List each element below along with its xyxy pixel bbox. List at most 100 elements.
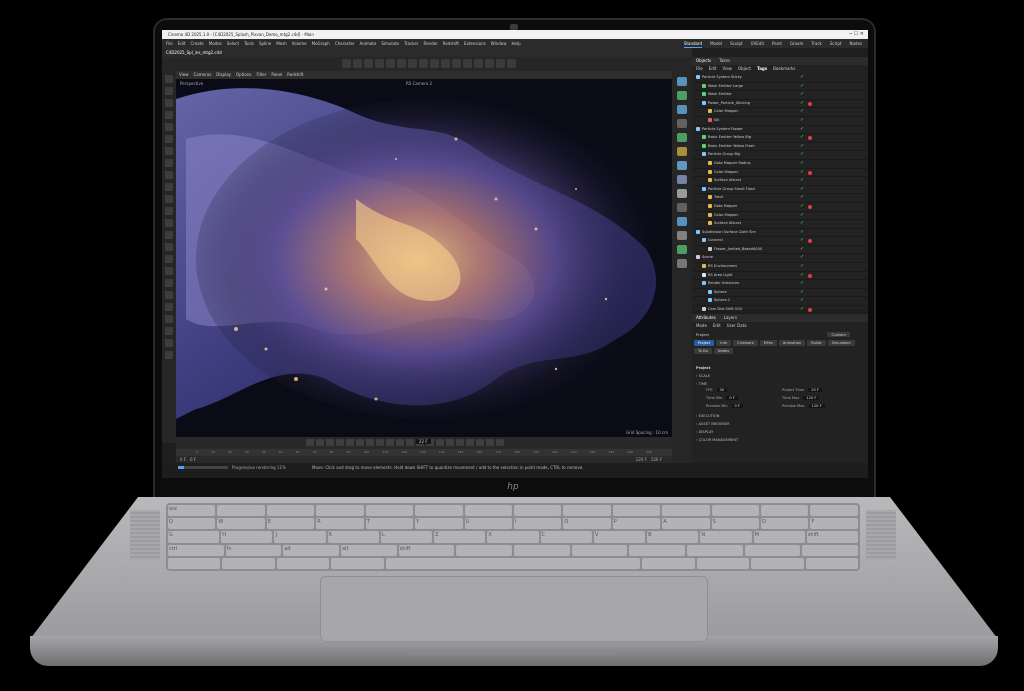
attr-mode-dropdown[interactable]: Custom: [827, 332, 850, 337]
left-tool-icon[interactable]: [165, 99, 173, 107]
playback-control-icon[interactable]: [466, 439, 474, 446]
playback-control-icon[interactable]: [326, 439, 334, 446]
keyboard-key[interactable]: [456, 544, 513, 556]
attributes-menu-mode[interactable]: Mode: [696, 322, 707, 330]
playback-control-icon[interactable]: [446, 439, 454, 446]
playback-control-icon[interactable]: [486, 439, 494, 446]
keyboard-key[interactable]: E: [266, 518, 315, 530]
view-menu-panel[interactable]: Panel: [271, 71, 282, 79]
menu-item-mograph[interactable]: MoGraph: [312, 39, 330, 48]
object-row[interactable]: Particle Group Big ✓: [692, 151, 868, 160]
end-frame-field-2[interactable]: 120 F: [651, 457, 662, 462]
attr-subtab-nodes[interactable]: Nodes: [713, 348, 734, 354]
keyboard-key[interactable]: [696, 557, 750, 569]
toolbar-tool-icon[interactable]: [474, 59, 483, 68]
menu-item-modes[interactable]: Modes: [209, 39, 222, 48]
object-row[interactable]: Surface Attract ✓: [692, 177, 868, 186]
view-menu-options[interactable]: Options: [236, 71, 251, 79]
left-tool-icon[interactable]: [165, 195, 173, 203]
timeline-ruler[interactable]: 0 10 20 30 40 50 60 70 80 90 100 110 120 130 140 150 160…: [176, 449, 672, 456]
left-tool-icon[interactable]: [165, 243, 173, 251]
object-row[interactable]: Particle System Sticky ✓: [692, 74, 868, 83]
left-tool-icon[interactable]: [165, 315, 173, 323]
keyboard-key[interactable]: [385, 557, 641, 569]
right-tool-icon[interactable]: [677, 231, 687, 240]
visibility-check-icon[interactable]: ✓: [800, 220, 804, 228]
attr-subtab-animation[interactable]: Animation: [778, 340, 806, 346]
left-tool-icon[interactable]: [165, 183, 173, 191]
view-menu-redshift[interactable]: Redshift: [287, 71, 303, 79]
keyboard-key[interactable]: R: [316, 518, 364, 530]
keyboard-key[interactable]: H: [221, 531, 273, 543]
playback-control-icon[interactable]: [406, 439, 414, 446]
keyboard-key[interactable]: [168, 557, 221, 569]
menu-item-select[interactable]: Select: [227, 39, 239, 48]
menu-item-animate[interactable]: Animate: [360, 39, 377, 48]
playback-control-icon[interactable]: [356, 439, 364, 446]
menu-item-tools[interactable]: Tools: [244, 39, 254, 48]
object-row[interactable]: Mesh Emitter Large ✓: [692, 83, 868, 92]
left-tool-icon[interactable]: [165, 267, 173, 275]
keyboard-key[interactable]: I: [513, 518, 562, 530]
material-tag-icon[interactable]: [808, 101, 812, 106]
attr-section-execution[interactable]: › EXECUTION: [696, 414, 720, 418]
playback-control-icon[interactable]: [496, 439, 504, 446]
objects-menu-bookmarks[interactable]: Bookmarks: [773, 65, 795, 73]
keyboard-key[interactable]: fn: [225, 544, 282, 556]
attr-subtab-cineware[interactable]: Cineware: [733, 340, 758, 346]
timeline[interactable]: 0 10 20 30 40 50 60 70 80 90 100 110 120 130 140 150 160…: [176, 437, 672, 463]
keyboard-key[interactable]: [744, 544, 801, 556]
left-tool-icon[interactable]: [165, 255, 173, 263]
playback-control-icon[interactable]: [336, 439, 344, 446]
object-row[interactable]: Connect ✓: [692, 237, 868, 246]
object-row[interactable]: Render Instances ✓: [692, 280, 868, 289]
visibility-check-icon[interactable]: ✓: [800, 254, 804, 262]
visibility-check-icon[interactable]: ✓: [800, 280, 804, 288]
keyboard-key[interactable]: Z: [434, 531, 486, 543]
layout-tab-standard[interactable]: Standard: [683, 39, 703, 48]
menu-item-mesh[interactable]: Mesh: [276, 39, 287, 48]
document-tab[interactable]: C4D2025_Spl_ins_mtg2.c4d: [166, 48, 222, 57]
left-tool-icon[interactable]: [165, 303, 173, 311]
keyboard-key[interactable]: [662, 505, 710, 517]
visibility-check-icon[interactable]: ✓: [800, 186, 804, 194]
keyboard-key[interactable]: [571, 544, 628, 556]
left-tool-icon[interactable]: [165, 171, 173, 179]
right-tool-icon[interactable]: [677, 147, 687, 156]
left-tool-icon[interactable]: [165, 339, 173, 347]
layout-tab-nodes[interactable]: Nodes: [849, 39, 862, 48]
max-time-field[interactable]: Time Max 120 F: [782, 396, 820, 400]
left-tool-icon[interactable]: [165, 279, 173, 287]
object-row[interactable]: RS Environment ✓: [692, 263, 868, 272]
object-row[interactable]: Track ✓: [692, 194, 868, 203]
toolbar-tool-icon[interactable]: [419, 59, 428, 68]
right-tool-icon[interactable]: [677, 119, 687, 128]
keyboard-key[interactable]: [276, 557, 330, 569]
right-tool-icon[interactable]: [677, 175, 687, 184]
keyboard-key[interactable]: B: [647, 531, 699, 543]
left-tool-icon[interactable]: [165, 207, 173, 215]
keyboard-key[interactable]: Y: [415, 518, 463, 530]
visibility-check-icon[interactable]: ✓: [800, 272, 804, 280]
view-menu-cameras[interactable]: Cameras: [194, 71, 212, 79]
objects-menu-view[interactable]: View: [722, 65, 732, 73]
objects-tab-objects[interactable]: Objects: [696, 57, 711, 65]
layout-tab-track[interactable]: Track: [811, 39, 821, 48]
left-tool-icon[interactable]: [165, 123, 173, 131]
visibility-check-icon[interactable]: ✓: [800, 83, 804, 91]
left-tool-icon[interactable]: [165, 291, 173, 299]
right-tool-icon[interactable]: [677, 189, 687, 198]
playback-control-icon[interactable]: [366, 439, 374, 446]
attr-subtab-simulation[interactable]: Simulation: [827, 340, 855, 346]
visibility-check-icon[interactable]: ✓: [800, 143, 804, 151]
attr-subtab-effex[interactable]: Effex: [759, 340, 777, 346]
menu-item-simulate[interactable]: Simulate: [381, 39, 399, 48]
right-tool-icon[interactable]: [677, 259, 687, 268]
attributes-tab-attributes[interactable]: Attributes: [696, 314, 716, 322]
keyboard-key[interactable]: K: [327, 531, 379, 543]
visibility-check-icon[interactable]: ✓: [800, 151, 804, 159]
right-tool-icon[interactable]: [677, 161, 687, 170]
keyboard-key[interactable]: [464, 505, 512, 517]
object-row[interactable]: Flower_limited_Baked4000 ✓: [692, 246, 868, 255]
left-tool-icon[interactable]: [165, 111, 173, 119]
